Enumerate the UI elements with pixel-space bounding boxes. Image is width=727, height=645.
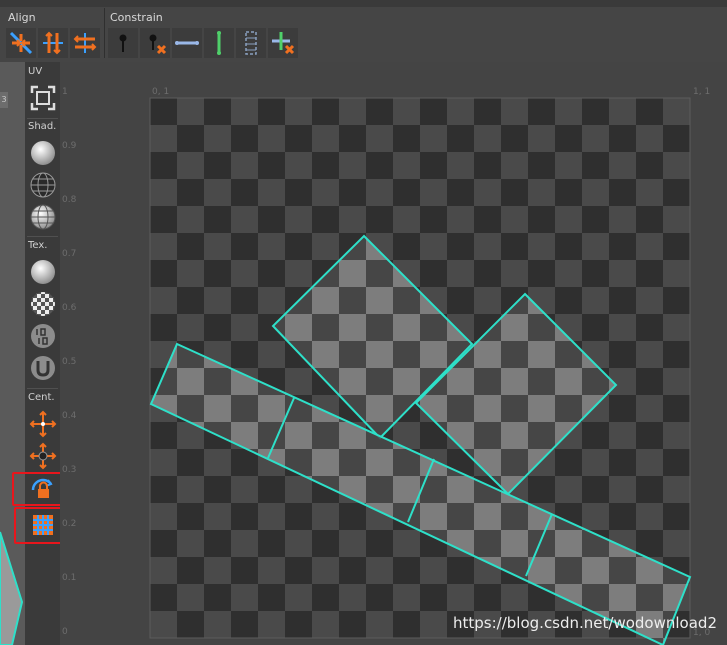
uv-section-label: UV — [28, 66, 43, 77]
center-shell-button[interactable] — [29, 442, 57, 470]
center-pivot-button[interactable] — [29, 410, 57, 438]
panel-strip: 3 — [0, 92, 8, 108]
center-section-label: Cent. — [28, 392, 55, 403]
numbered-texture-button[interactable] — [29, 322, 57, 350]
mesh-preview — [0, 531, 24, 645]
constrain-horizontal-icon — [175, 41, 199, 45]
watermark: https://blog.csdn.net/wodownload2 — [453, 614, 717, 632]
pin-button[interactable] — [108, 28, 138, 58]
unpin-button[interactable] — [140, 28, 170, 58]
constrain-shell-icon — [245, 31, 257, 55]
outliner-panel — [0, 62, 25, 645]
shelf-divider — [27, 388, 58, 389]
wireframe-sphere-icon — [30, 172, 56, 198]
shelf-divider — [27, 118, 58, 119]
wireframe-on-shaded-icon — [30, 204, 56, 230]
constrain-shell-button[interactable] — [236, 28, 266, 58]
shaded-sphere-button[interactable] — [29, 139, 57, 167]
pin-icon — [119, 34, 127, 52]
center-shell-icon — [29, 442, 57, 470]
toolbar: Align Constrain — [0, 0, 727, 62]
texture-sphere-icon — [31, 260, 55, 284]
texture-section-label: Tex. — [28, 240, 48, 251]
constrain-group-label: Constrain — [110, 11, 163, 24]
unpin-icon — [149, 34, 167, 55]
constrain-clear-icon — [272, 32, 295, 55]
toolbar-divider — [104, 8, 105, 58]
align-vertical-icon — [43, 31, 63, 55]
uv-tool-shelf: UV Shad. Tex. Cent. — [25, 62, 60, 645]
align-center-button[interactable] — [6, 28, 36, 58]
texture-sphere-button[interactable] — [29, 258, 57, 286]
uv-distortion-button[interactable] — [29, 354, 57, 382]
align-group-label: Align — [8, 11, 36, 24]
center-pivot-icon — [29, 410, 57, 438]
shading-section-label: Shad. — [28, 121, 57, 132]
constrain-vertical-button[interactable] — [204, 28, 234, 58]
frame-icon — [30, 85, 56, 111]
constrain-horizontal-button[interactable] — [172, 28, 202, 58]
uv-viewport[interactable]: 1 0.9 0.8 0.7 0.6 0.5 0.4 0.3 0.2 0.1 0 … — [60, 62, 727, 645]
toolbar-top-rule — [0, 0, 727, 7]
checker-sphere-icon — [31, 292, 55, 316]
wireframe-on-shaded-button[interactable] — [29, 203, 57, 231]
checker-texture-button[interactable] — [29, 290, 57, 318]
uv-frame-button[interactable] — [29, 84, 57, 112]
align-horizontal-button[interactable] — [70, 28, 100, 58]
align-center-icon — [9, 31, 33, 55]
distortion-sphere-icon — [31, 356, 55, 380]
wireframe-sphere-button[interactable] — [29, 171, 57, 199]
shelf-divider — [27, 236, 58, 237]
numbered-sphere-icon — [31, 324, 55, 348]
constrain-vertical-icon — [217, 31, 221, 55]
align-vertical-button[interactable] — [38, 28, 68, 58]
constrain-clear-button[interactable] — [268, 28, 298, 58]
shaded-sphere-icon — [31, 141, 55, 165]
align-horizontal-icon — [73, 33, 97, 53]
uv-canvas — [149, 97, 692, 645]
